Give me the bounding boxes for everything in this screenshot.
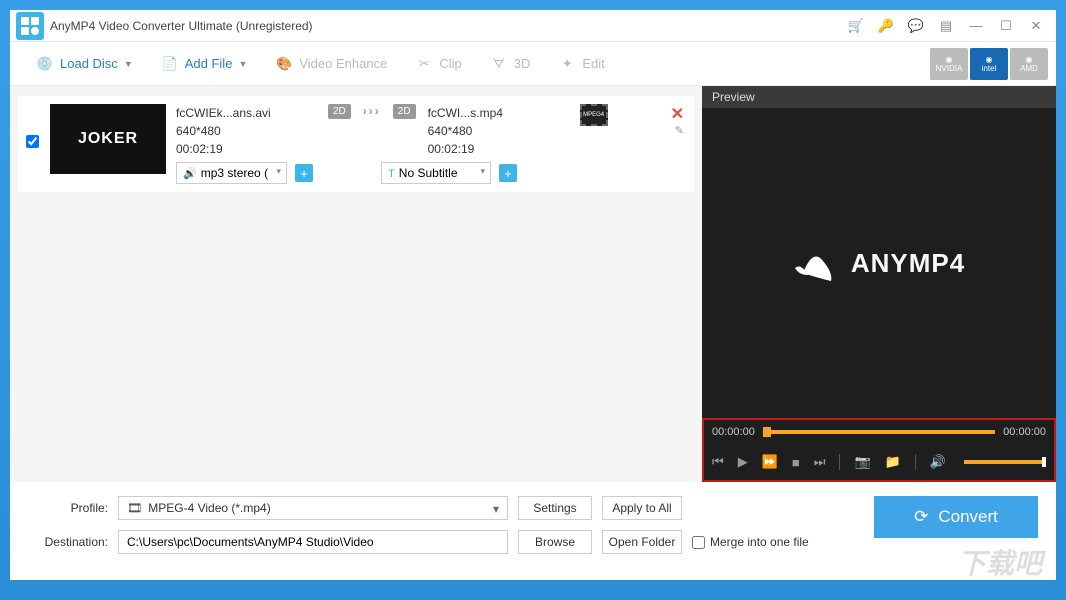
- target-filename: fcCWI...s.mp4: [428, 104, 568, 122]
- 3d-button[interactable]: ᗊ 3D: [480, 51, 541, 77]
- feedback-icon[interactable]: 💬: [908, 18, 924, 34]
- app-logo-icon: [16, 12, 44, 40]
- preview-title: Preview: [702, 86, 1056, 108]
- window-controls: 🛒 🔑 💬 ▤ — ☐ ✕: [848, 18, 1056, 34]
- fast-forward-button[interactable]: ⏩: [762, 454, 778, 470]
- separator: [839, 454, 840, 470]
- item-checkbox[interactable]: [26, 135, 40, 153]
- browse-button[interactable]: Browse: [518, 530, 592, 554]
- open-dest-folder-button[interactable]: Open Folder: [602, 530, 682, 554]
- scissors-icon: ✂: [415, 55, 433, 73]
- seek-bar[interactable]: [763, 430, 995, 434]
- preview-panel: Preview ANYMP4 00:00:00 00:00:00 ⏮ ▶ ⏩ ■…: [702, 86, 1056, 482]
- source-duration: 00:02:19: [176, 140, 316, 158]
- source-info: fcCWIEk...ans.avi 640*480 00:02:19: [176, 104, 316, 158]
- edit-item-icon[interactable]: ✎: [675, 124, 684, 137]
- profile-label: Profile:: [28, 501, 108, 515]
- add-audio-button[interactable]: +: [295, 164, 313, 182]
- snapshot-button[interactable]: 📷: [854, 454, 870, 470]
- target-info: fcCWI...s.mp4 640*480 00:02:19: [428, 104, 568, 158]
- close-button[interactable]: ✕: [1028, 18, 1044, 34]
- settings-button[interactable]: Settings: [518, 496, 592, 520]
- convert-button[interactable]: ⟳ Convert: [874, 496, 1038, 538]
- toolbar: 💿 Load Disc ▼ 📄 Add File ▼ 🎨 Video Enhan…: [10, 42, 1056, 86]
- add-subtitle-button[interactable]: +: [499, 164, 517, 182]
- prev-button[interactable]: ⏮: [712, 454, 724, 470]
- file-list: JOKER fcCWIEk...ans.avi 640*480 00:02:19…: [10, 86, 702, 482]
- chevron-down-icon: ▼: [124, 59, 133, 69]
- edit-button[interactable]: ✦ Edit: [548, 51, 614, 77]
- clip-button[interactable]: ✂ Clip: [405, 51, 471, 77]
- minimize-button[interactable]: —: [968, 18, 984, 34]
- remove-item-button[interactable]: ✕: [671, 104, 684, 124]
- video-thumbnail[interactable]: JOKER: [50, 104, 166, 174]
- maximize-button[interactable]: ☐: [998, 18, 1014, 34]
- nvidia-badge: ◉NVIDIA: [930, 48, 968, 80]
- stop-button[interactable]: ■: [792, 455, 800, 470]
- edit-label: Edit: [582, 56, 604, 71]
- preview-body: ANYMP4: [702, 108, 1056, 418]
- preview-brand: ANYMP4: [851, 248, 965, 279]
- merge-checkbox[interactable]: Merge into one file: [692, 535, 809, 549]
- next-button[interactable]: ⏭: [814, 454, 826, 470]
- enhance-icon: 🎨: [275, 55, 293, 73]
- volume-slider[interactable]: [964, 460, 1046, 464]
- open-folder-button[interactable]: 📁: [885, 454, 901, 470]
- main-area: JOKER fcCWIEk...ans.avi 640*480 00:02:19…: [10, 86, 1056, 482]
- load-disc-button[interactable]: 💿 Load Disc ▼: [26, 51, 143, 77]
- add-file-button[interactable]: 📄 Add File ▼: [151, 51, 258, 77]
- chevron-down-icon: ▼: [238, 59, 247, 69]
- enhance-label: Video Enhance: [299, 56, 387, 71]
- window-title: AnyMP4 Video Converter Ultimate (Unregis…: [50, 19, 848, 33]
- preview-controls: 00:00:00 00:00:00 ⏮ ▶ ⏩ ■ ⏭ 📷 📁 🔊: [702, 418, 1056, 482]
- titlebar: AnyMP4 Video Converter Ultimate (Unregis…: [10, 10, 1056, 42]
- speaker-icon: 🔊: [183, 168, 197, 180]
- codec-icon[interactable]: MPEG4: [580, 104, 608, 126]
- source-2d-badge: 2D: [328, 104, 351, 119]
- 3d-label: 3D: [514, 56, 531, 71]
- source-filename: fcCWIEk...ans.avi: [176, 104, 316, 122]
- file-details: fcCWIEk...ans.avi 640*480 00:02:19 2D ››…: [176, 104, 686, 184]
- 3d-icon: ᗊ: [490, 55, 508, 73]
- target-resolution: 640*480: [428, 122, 568, 140]
- app-window: AnyMP4 Video Converter Ultimate (Unregis…: [10, 10, 1056, 580]
- clip-label: Clip: [439, 56, 461, 71]
- arrow-icon: ›››: [363, 104, 381, 118]
- file-item[interactable]: JOKER fcCWIEk...ans.avi 640*480 00:02:19…: [18, 96, 694, 192]
- subtitle-icon: T: [388, 168, 395, 180]
- separator: [915, 454, 916, 470]
- add-file-icon: 📄: [161, 55, 179, 73]
- source-resolution: 640*480: [176, 122, 316, 140]
- target-2d-badge: 2D: [393, 104, 416, 119]
- brand-flame-icon: [793, 243, 841, 283]
- audio-track-select[interactable]: 🔊mp3 stereo (: [176, 162, 287, 184]
- target-duration: 00:02:19: [428, 140, 568, 158]
- destination-label: Destination:: [28, 535, 108, 549]
- amd-badge: ◉AMD: [1010, 48, 1048, 80]
- convert-icon: ⟳: [914, 507, 928, 527]
- convert-label: Convert: [938, 507, 998, 527]
- intel-badge: ◉intel: [970, 48, 1008, 80]
- wand-icon: ✦: [558, 55, 576, 73]
- menu-icon[interactable]: ▤: [938, 18, 954, 34]
- gpu-badges: ◉NVIDIA ◉intel ◉AMD: [930, 48, 1048, 80]
- volume-icon[interactable]: 🔊: [930, 454, 946, 470]
- add-file-label: Add File: [185, 56, 233, 71]
- time-total: 00:00:00: [1003, 426, 1046, 438]
- bottom-panel: Profile: 🎞MPEG-4 Video (*.mp4) Settings …: [10, 482, 1056, 578]
- key-icon[interactable]: 🔑: [878, 18, 894, 34]
- play-button[interactable]: ▶: [738, 454, 748, 470]
- profile-select[interactable]: 🎞MPEG-4 Video (*.mp4): [118, 496, 508, 520]
- format-icon: 🎞: [127, 501, 142, 515]
- subtitle-select[interactable]: TNo Subtitle: [381, 162, 491, 184]
- video-enhance-button[interactable]: 🎨 Video Enhance: [265, 51, 397, 77]
- destination-input[interactable]: [118, 530, 508, 554]
- time-elapsed: 00:00:00: [712, 426, 755, 438]
- disc-icon: 💿: [36, 55, 54, 73]
- apply-all-button[interactable]: Apply to All: [602, 496, 682, 520]
- timeline: 00:00:00 00:00:00: [712, 426, 1046, 438]
- load-disc-label: Load Disc: [60, 56, 118, 71]
- cart-icon[interactable]: 🛒: [848, 18, 864, 34]
